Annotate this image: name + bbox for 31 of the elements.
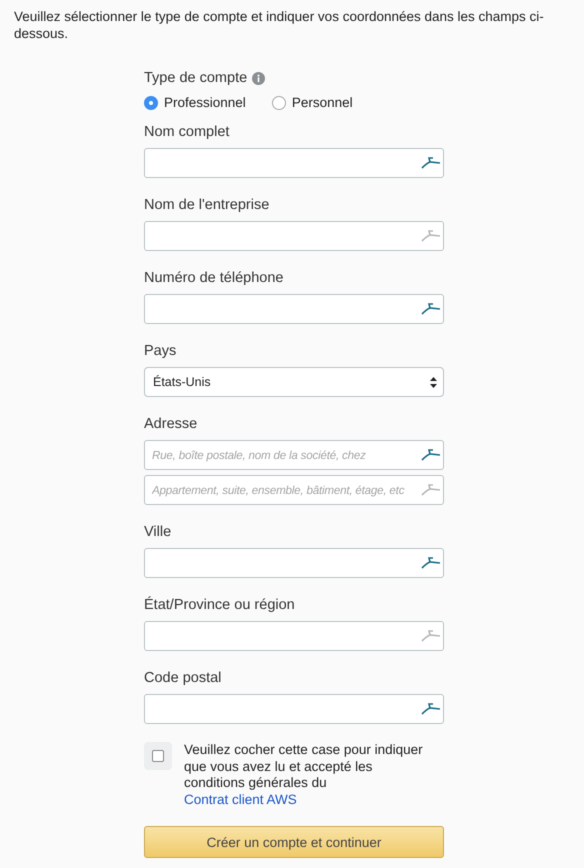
input-field[interactable] (144, 694, 444, 724)
field-label: Ville (144, 523, 172, 541)
input-field[interactable] (144, 294, 444, 324)
field-label: Adresse (144, 415, 198, 433)
field-label: Nom de l'entreprise (144, 196, 270, 214)
field-label: Numéro de téléphone (144, 269, 284, 287)
field-label: Code postal (144, 669, 222, 687)
input-field[interactable] (144, 148, 444, 178)
autofill-icon[interactable] (421, 557, 441, 569)
checkbox[interactable] (152, 750, 164, 762)
autofill-icon[interactable] (421, 703, 441, 715)
agreement-text: Veuillez cocher cette case pour indiquer que vous avez lu et accepté les conditions générales du Contrat client AWS (184, 742, 424, 808)
input-field[interactable] (144, 221, 444, 251)
field-label: Pays (144, 342, 178, 360)
input-field[interactable] (144, 621, 444, 651)
input-field[interactable] (144, 548, 444, 578)
field-label: Nom complet (144, 123, 230, 141)
contract-link[interactable]: Contrat client AWS (184, 792, 297, 806)
field-label: Type de compte (144, 69, 248, 87)
radio-option[interactable]: Personnel (272, 95, 353, 110)
country-select[interactable]: États-Unis (144, 367, 444, 397)
select-arrows-icon (430, 376, 437, 388)
create-account-button[interactable]: Créer un compte et continuer (144, 826, 444, 858)
autofill-icon[interactable] (421, 157, 441, 169)
instructions-text: Veuillez sélectionner le type de compte et indiquer vos coordonnées dans les champs ci-dessous. (14, 8, 545, 42)
info-icon (252, 72, 266, 84)
input-field[interactable]: Rue, boîte postale, nom de la société, chez (144, 440, 444, 470)
autofill-icon[interactable] (421, 303, 441, 315)
radio-option[interactable]: Professionnel (144, 95, 246, 110)
field-label: État/Province ou région (144, 596, 296, 614)
autofill-icon[interactable] (421, 449, 441, 461)
